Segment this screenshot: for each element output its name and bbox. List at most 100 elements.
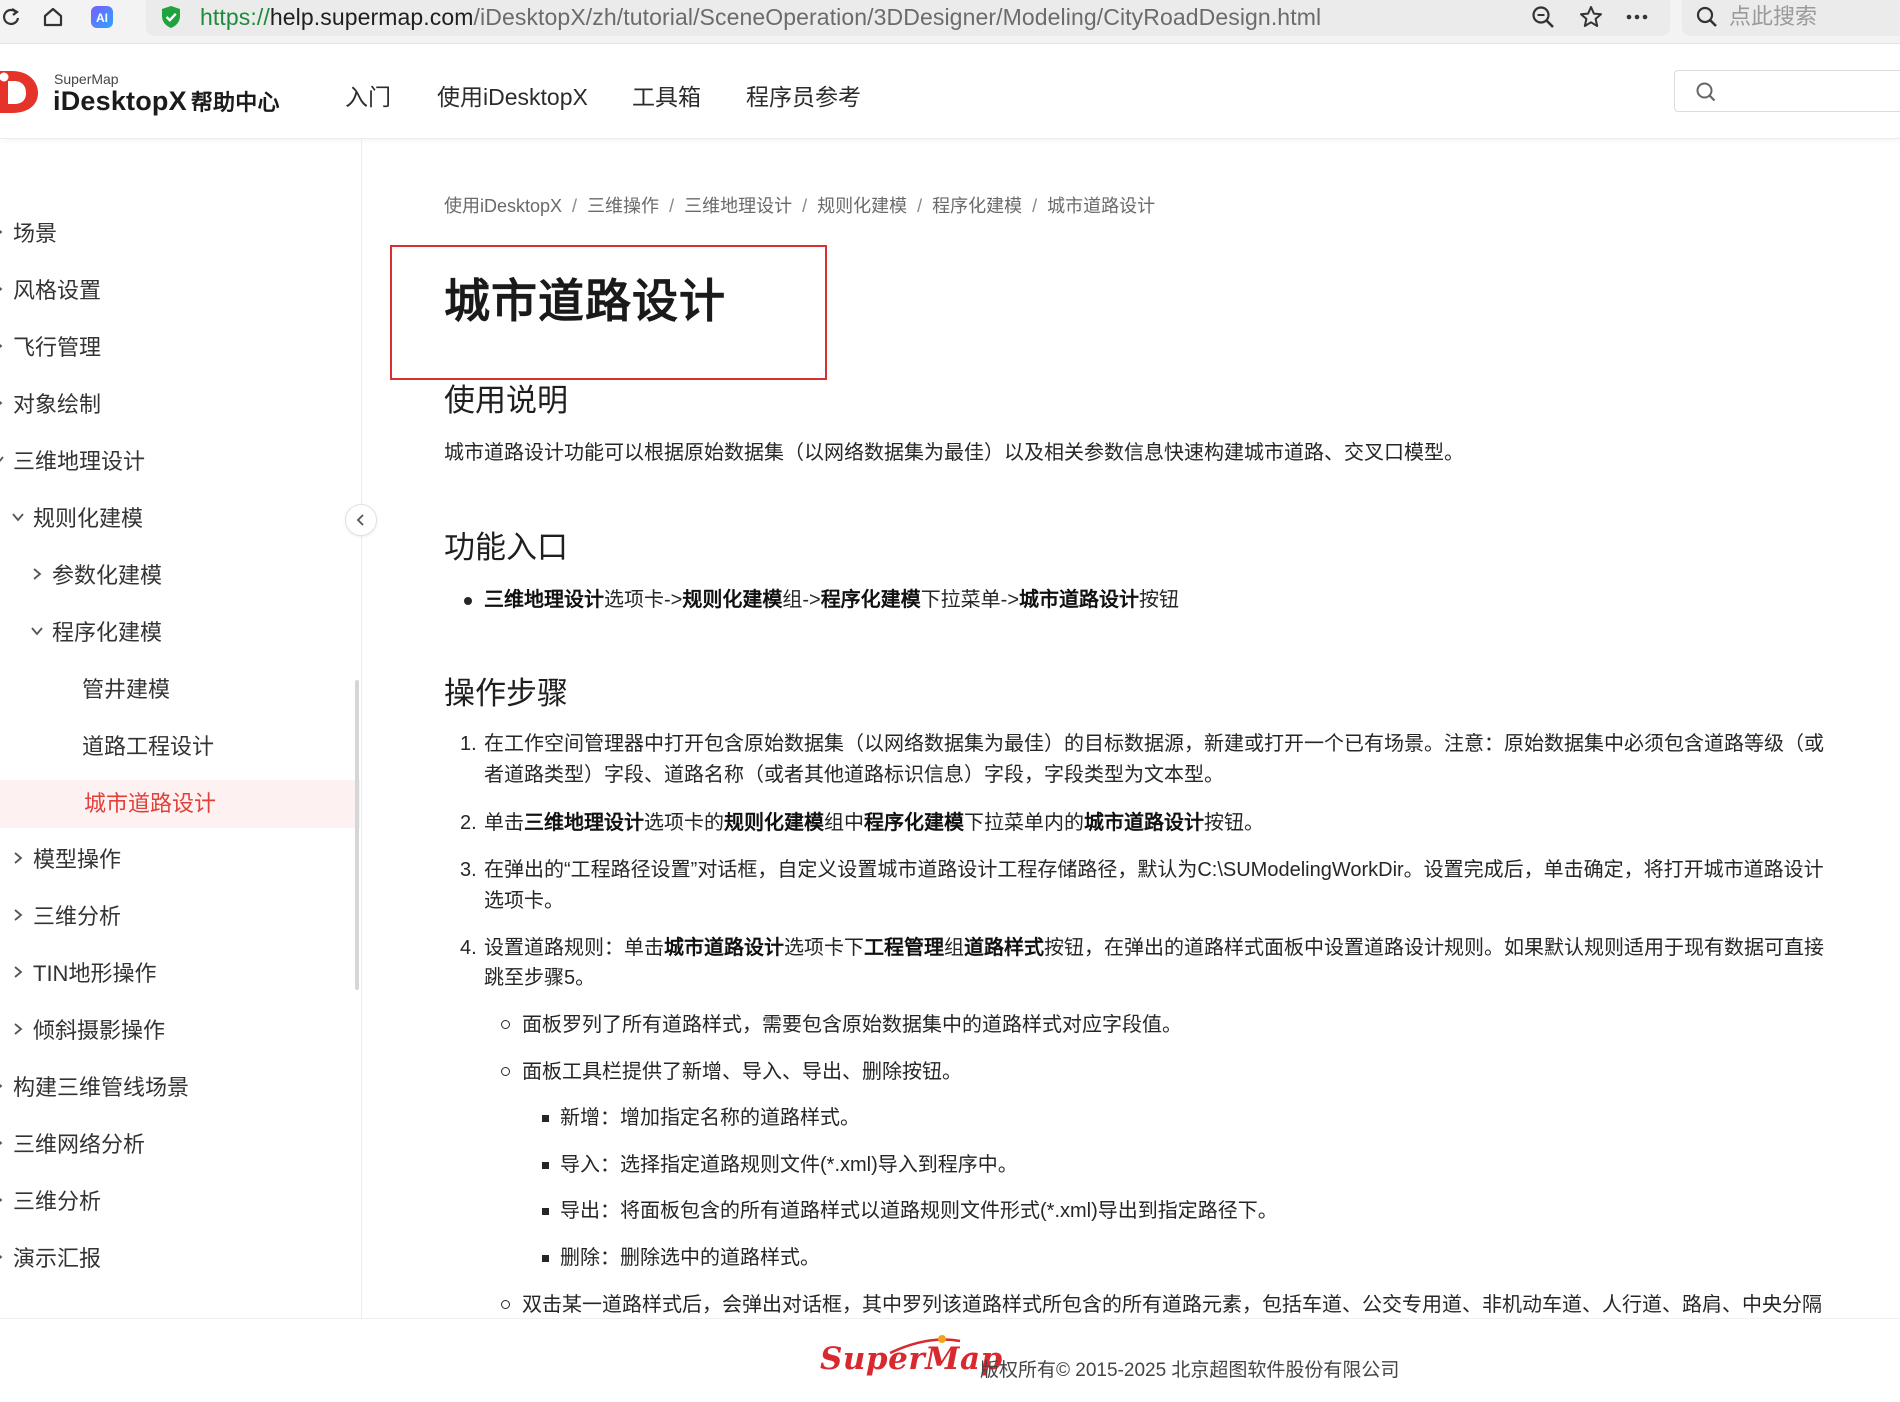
search-icon bbox=[1694, 0, 1720, 34]
logo-swoosh-icon bbox=[889, 1335, 961, 1355]
sidebar-item-city-road-design[interactable]: 城市道路设计 bbox=[0, 780, 360, 828]
sub-bullet-marker bbox=[501, 1300, 510, 1309]
nav-toolbox[interactable]: 工具箱 bbox=[632, 78, 701, 112]
site-header: SuperMap iDesktopX 帮助中心 入门 使用iDesktopX 工具… bbox=[0, 45, 1900, 139]
sidebar-item-3d-analysis[interactable]: 三维分析 bbox=[0, 1179, 360, 1225]
browser-chrome: AI https://help.supermap.com/iDesktopX/z… bbox=[0, 0, 1900, 44]
browser-search-placeholder: 点此搜索 bbox=[1729, 4, 1818, 29]
sub-bullet-marker bbox=[501, 1067, 510, 1076]
nav-getting-started[interactable]: 入门 bbox=[345, 78, 391, 112]
chevron-down-icon bbox=[31, 627, 43, 636]
favorite-star-icon[interactable] bbox=[1576, 0, 1606, 34]
chevron-down-icon bbox=[12, 513, 24, 522]
chevron-right-icon bbox=[0, 229, 3, 235]
chevron-right-icon bbox=[0, 1197, 3, 1203]
nav-using-idesktopx[interactable]: 使用iDesktopX bbox=[437, 78, 588, 112]
toolbar-delete-desc: 删除：删除选中的道路样式。 bbox=[560, 1247, 820, 1269]
toolbar-import-desc: 导入：选择指定道路规则文件(*.xml)导入到程序中。 bbox=[560, 1154, 1018, 1176]
steps-heading: 操作步骤 bbox=[444, 676, 568, 711]
step-3-line-2: 选项卡。 bbox=[484, 890, 564, 912]
chevron-right-icon bbox=[0, 1254, 3, 1260]
site-search-input[interactable] bbox=[1674, 70, 1900, 112]
breadcrumb-separator: / bbox=[917, 196, 923, 216]
toolbar-add-desc: 新增：增加指定名称的道路样式。 bbox=[560, 1107, 860, 1129]
chevron-right-icon bbox=[0, 400, 3, 406]
square-bullet-marker bbox=[542, 1115, 549, 1122]
chevron-right-icon bbox=[14, 966, 23, 978]
sidebar-item-model-operations[interactable]: 模型操作 bbox=[0, 837, 360, 883]
sidebar-item-oblique-photography[interactable]: 倾斜摄影操作 bbox=[0, 1008, 360, 1054]
bullet-marker bbox=[464, 597, 472, 605]
step-number: 4. bbox=[460, 937, 477, 959]
svg-text:AI: AI bbox=[96, 11, 108, 25]
sidebar-item-3d-analysis-sub[interactable]: 三维分析 bbox=[0, 894, 360, 940]
site-search-icon bbox=[1696, 82, 1716, 102]
sidebar-item-tin-terrain[interactable]: TIN地形操作 bbox=[0, 951, 360, 997]
chevron-right-icon bbox=[14, 1023, 23, 1035]
sidebar-item-3d-network-analysis[interactable]: 三维网络分析 bbox=[0, 1122, 360, 1168]
address-bar[interactable]: https://help.supermap.com/iDesktopX/zh/t… bbox=[146, 0, 1670, 36]
sidebar-collapse-button[interactable] bbox=[345, 504, 377, 536]
step-2: 单击三维地理设计选项卡的规则化建模组中程序化建模下拉菜单内的城市道路设计按钮。 bbox=[484, 812, 1264, 834]
url-text[interactable]: https://help.supermap.com/iDesktopX/zh/t… bbox=[200, 3, 1321, 31]
copyright-text: 版权所有© 2015-2025 北京超图软件股份有限公司 bbox=[980, 1360, 1400, 1381]
chevron-right-icon bbox=[0, 343, 3, 349]
chevron-left-icon bbox=[356, 514, 364, 526]
zoom-icon[interactable] bbox=[1528, 0, 1558, 34]
sidebar-nav: 场景 风格设置 飞行管理 对象绘制 三维地理设计 规则化建模 参数化建模 程序化… bbox=[0, 140, 362, 1318]
site-footer: SuperMap 版权所有© 2015-2025 北京超图软件股份有限公司 bbox=[0, 1318, 1900, 1402]
sidebar-item-object-drawing[interactable]: 对象绘制 bbox=[0, 382, 360, 428]
brand-title[interactable]: iDesktopX 帮助中心 bbox=[53, 85, 280, 117]
breadcrumb-item[interactable]: 程序化建模 bbox=[932, 196, 1022, 216]
step-number: 2. bbox=[460, 812, 477, 834]
breadcrumb-separator: / bbox=[572, 196, 578, 216]
step-1-line-2: 者道路类型）字段、道路名称（或者其他道路标识信息）字段，字段类型为文本型。 bbox=[484, 764, 1224, 786]
sidebar-scrollbar[interactable] bbox=[355, 680, 359, 990]
sidebar-item-procedural-modeling[interactable]: 程序化建模 bbox=[0, 610, 360, 656]
square-bullet-marker bbox=[542, 1208, 549, 1215]
page-title: 城市道路设计 bbox=[444, 275, 726, 327]
step-4-sub-3: 双击某一道路样式后，会弹出对话框，其中罗列该道路样式所包含的所有道路元素，包括车… bbox=[522, 1294, 1822, 1316]
step-4-line-2: 跳至步骤5。 bbox=[484, 967, 596, 989]
toolbar-export-desc: 导出：将面板包含的所有道路样式以道路规则文件形式(*.xml)导出到指定路径下。 bbox=[560, 1200, 1278, 1222]
breadcrumb-item[interactable]: 使用iDesktopX bbox=[444, 196, 562, 216]
step-number: 3. bbox=[460, 859, 477, 881]
chevron-right-icon bbox=[0, 1140, 3, 1146]
breadcrumb-item[interactable]: 三维地理设计 bbox=[684, 196, 792, 216]
usage-paragraph: 城市道路设计功能可以根据原始数据集（以网络数据集为最佳）以及相关参数信息快速构建… bbox=[444, 442, 1464, 464]
chevron-right-icon bbox=[0, 1083, 3, 1089]
more-menu-icon[interactable] bbox=[1622, 0, 1652, 34]
chevron-right-icon bbox=[33, 568, 42, 580]
entry-path-item: 三维地理设计选项卡->规则化建模组->程序化建模下拉菜单->城市道路设计按钮 bbox=[484, 589, 1180, 611]
breadcrumb-separator: / bbox=[802, 196, 808, 216]
sidebar-item-rule-modeling[interactable]: 规则化建模 bbox=[0, 496, 360, 542]
sub-bullet-marker bbox=[501, 1020, 510, 1029]
sidebar-item-3d-pipeline-scene[interactable]: 构建三维管线场景 bbox=[0, 1065, 360, 1111]
sidebar-item-style-settings[interactable]: 风格设置 bbox=[0, 268, 360, 314]
ai-assistant-icon[interactable]: AI bbox=[88, 0, 116, 34]
sidebar-item-road-engineering-design[interactable]: 道路工程设计 bbox=[0, 724, 360, 770]
sidebar-item-flight-management[interactable]: 飞行管理 bbox=[0, 325, 360, 371]
secure-shield-icon bbox=[160, 5, 182, 29]
chevron-right-icon bbox=[14, 909, 23, 921]
breadcrumb-separator: / bbox=[1032, 196, 1038, 216]
breadcrumb-item-current: 城市道路设计 bbox=[1047, 196, 1156, 216]
nav-developer-reference[interactable]: 程序员参考 bbox=[746, 78, 861, 112]
chevron-down-icon bbox=[0, 456, 4, 463]
step-4-line-1: 设置道路规则：单击城市道路设计选项卡下工程管理组道路样式按钮，在弹出的道路样式面… bbox=[484, 937, 1824, 959]
sidebar-item-presentation[interactable]: 演示汇报 bbox=[0, 1236, 360, 1282]
entry-heading: 功能入口 bbox=[444, 530, 568, 565]
sidebar-item-scene[interactable]: 场景 bbox=[0, 211, 360, 257]
breadcrumb: 使用iDesktopX / 三维操作 / 三维地理设计 / 规则化建模 / 程序化建模 / 城市道路… bbox=[444, 192, 1155, 218]
home-icon[interactable] bbox=[40, 0, 66, 34]
usage-heading: 使用说明 bbox=[444, 383, 568, 418]
supermap-logo-icon[interactable] bbox=[0, 67, 44, 122]
breadcrumb-separator: / bbox=[669, 196, 675, 216]
breadcrumb-item[interactable]: 三维操作 bbox=[587, 196, 659, 216]
breadcrumb-item[interactable]: 规则化建模 bbox=[817, 196, 907, 216]
sidebar-item-pipe-well-modeling[interactable]: 管井建模 bbox=[0, 667, 360, 713]
refresh-icon[interactable] bbox=[0, 0, 22, 34]
browser-search-box[interactable]: 点此搜索 bbox=[1682, 0, 1900, 36]
sidebar-item-3d-geodesign[interactable]: 三维地理设计 bbox=[0, 439, 360, 485]
sidebar-item-parametric-modeling[interactable]: 参数化建模 bbox=[0, 553, 360, 599]
